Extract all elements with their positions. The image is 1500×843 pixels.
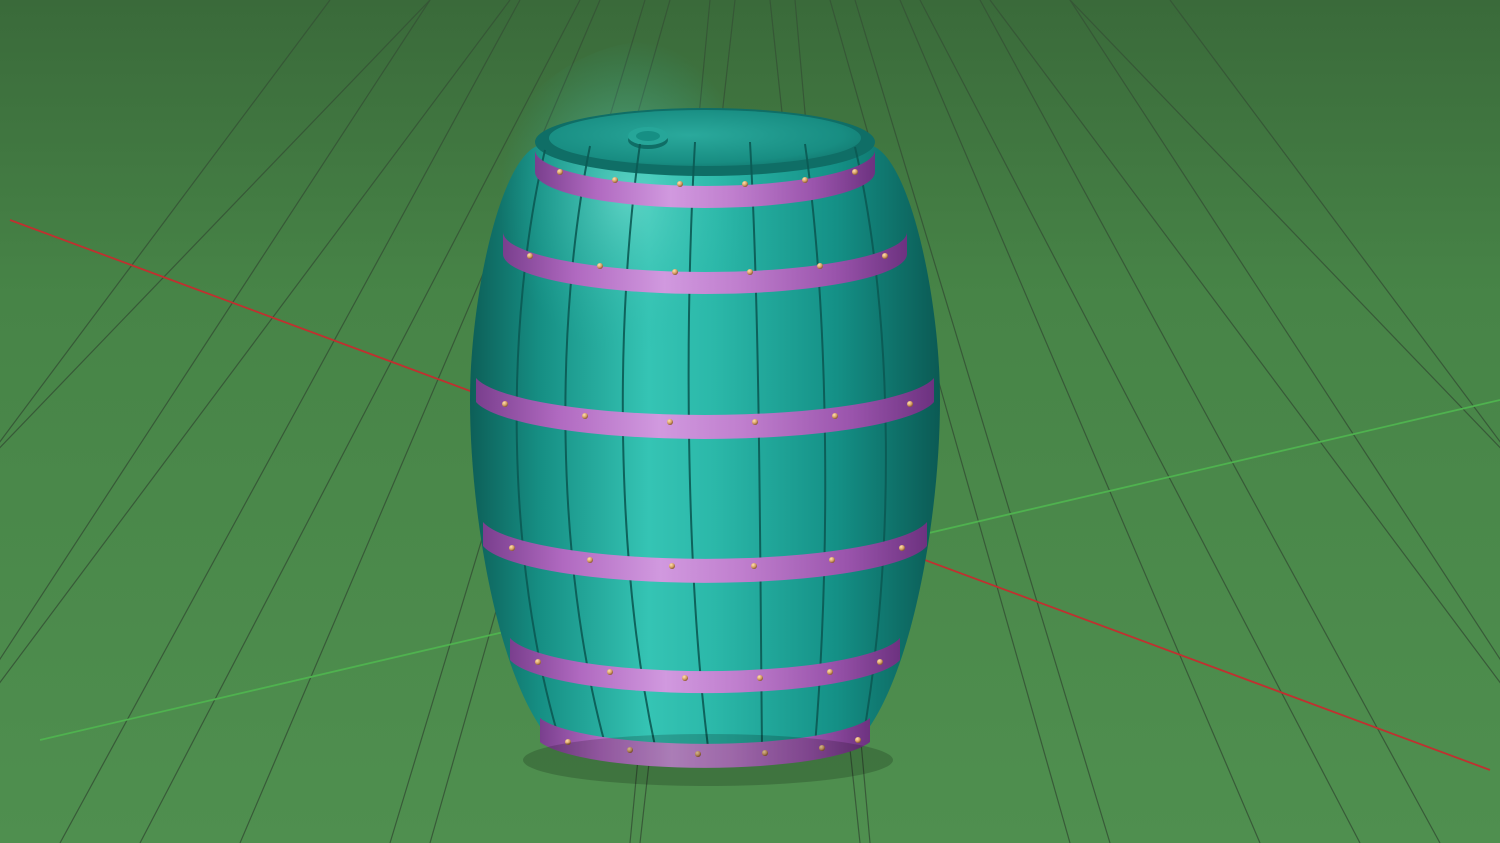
barrel-lid <box>549 110 861 166</box>
barrel-object[interactable] <box>450 40 940 786</box>
viewport-svg <box>0 0 1500 843</box>
barrel-bung <box>628 127 668 149</box>
barrel-contact-shadow <box>523 734 893 786</box>
viewport-3d[interactable] <box>0 0 1500 843</box>
